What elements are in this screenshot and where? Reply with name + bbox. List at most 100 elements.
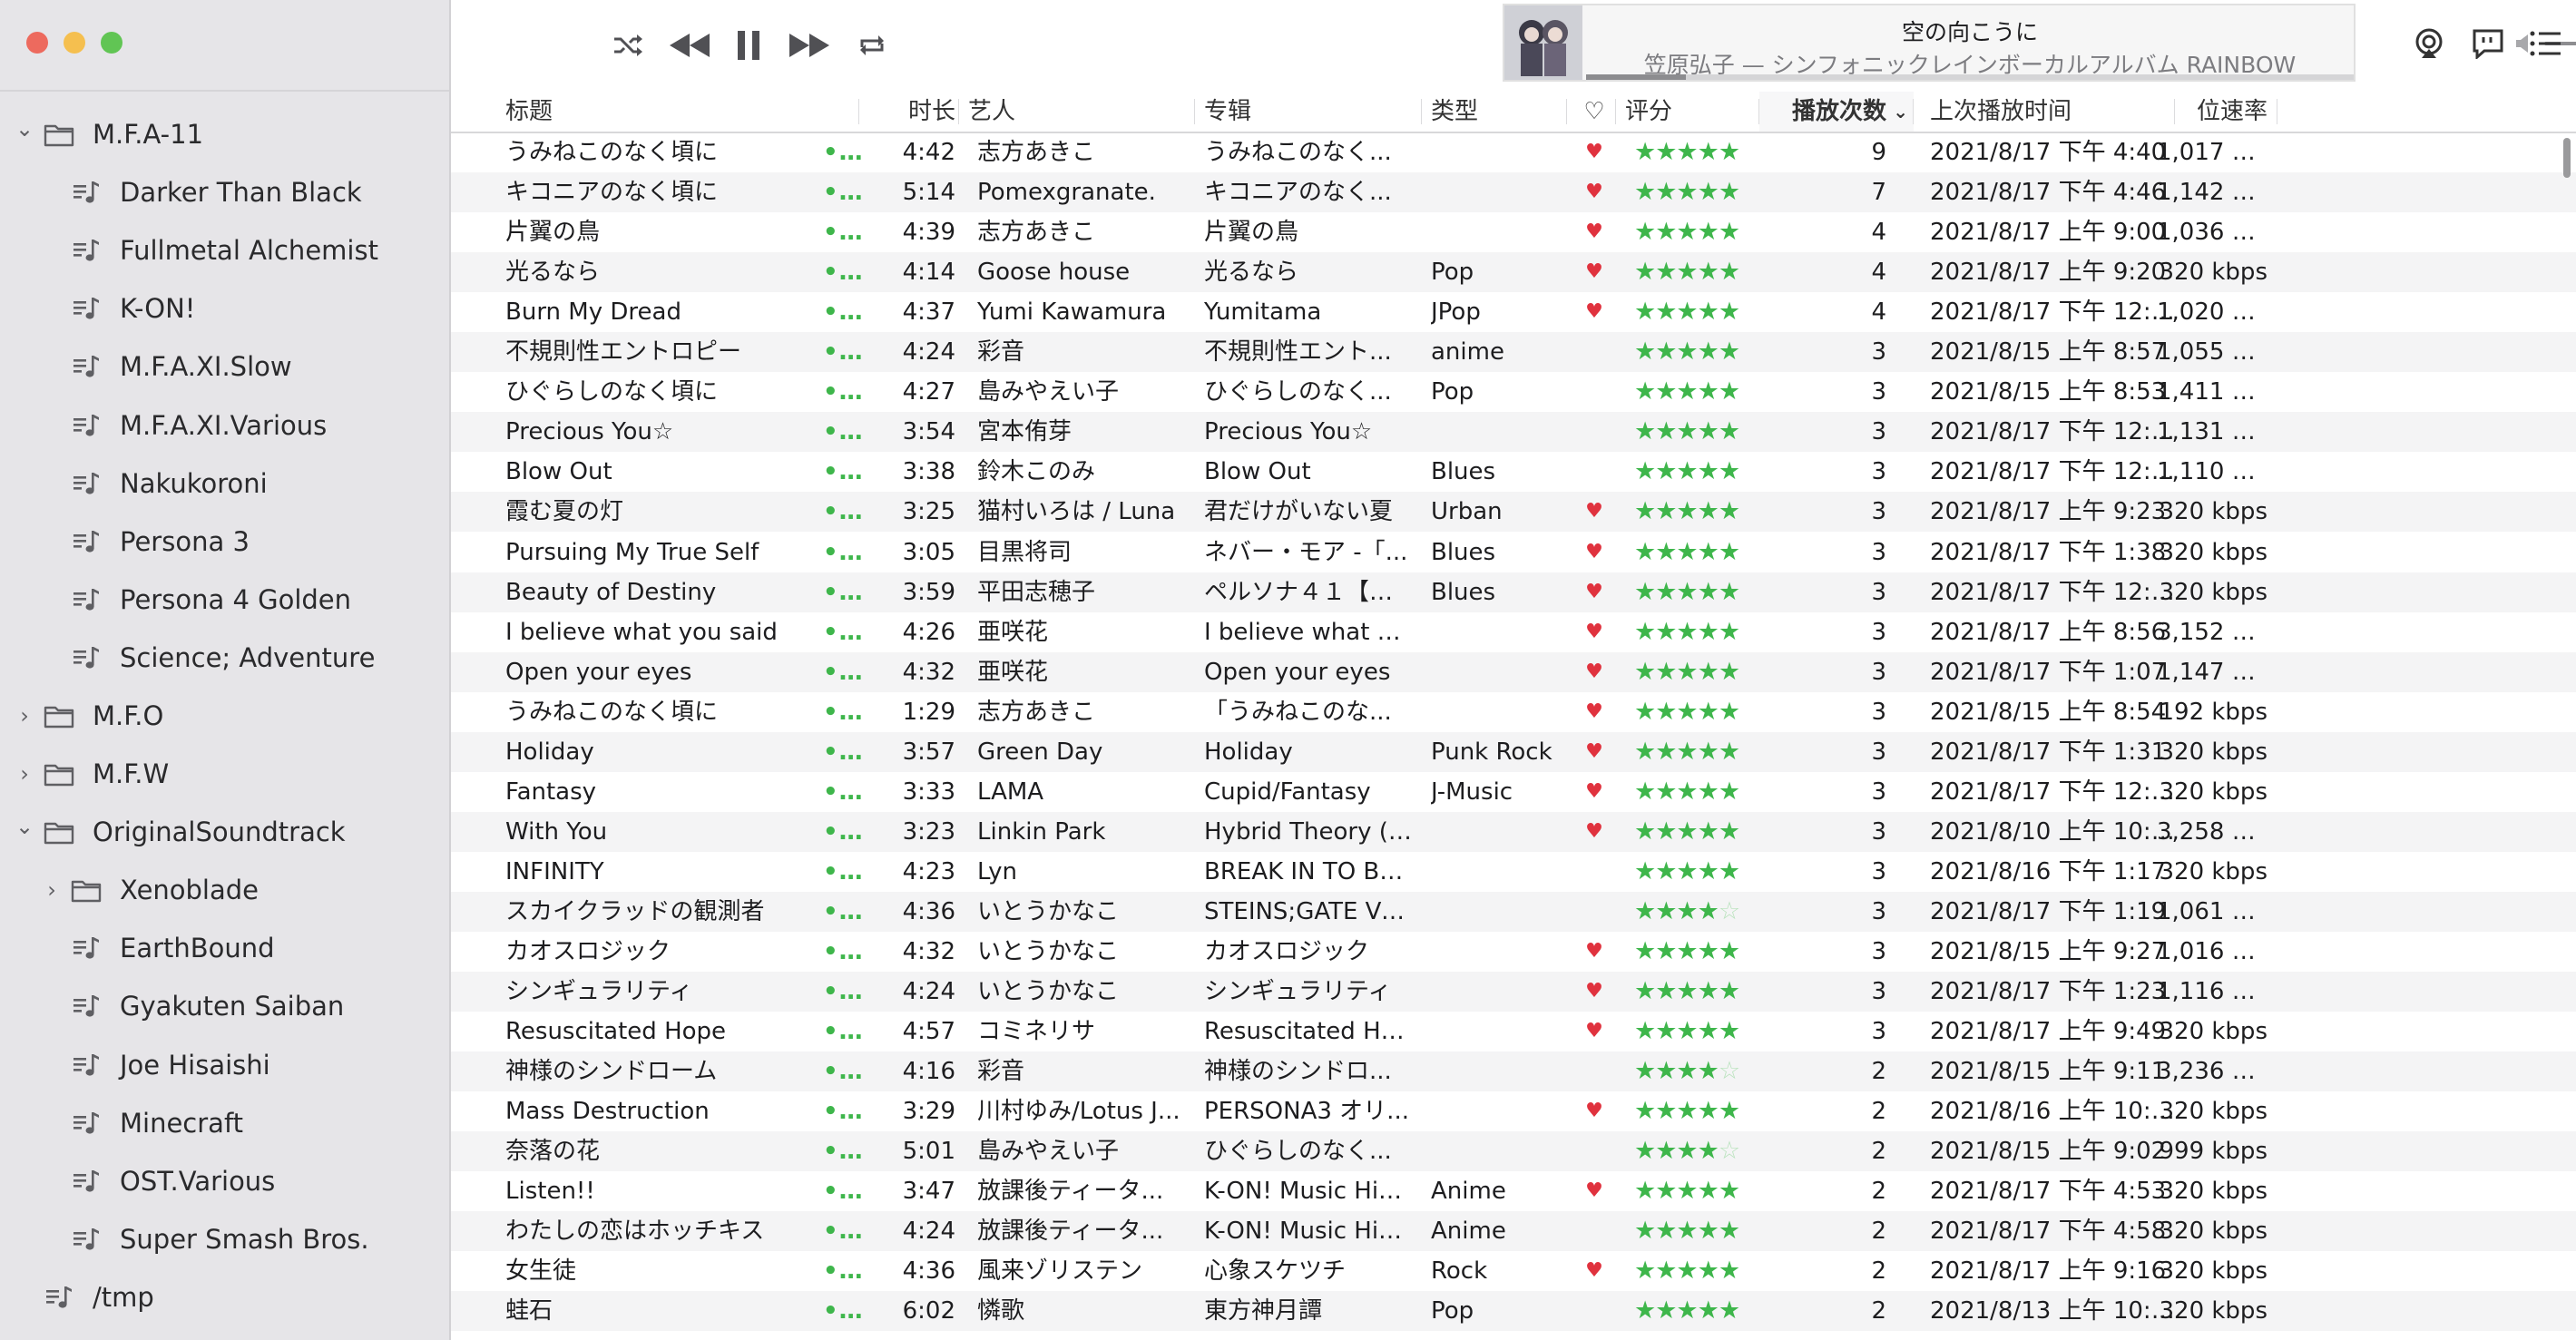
more-options-icon[interactable]: •••	[823, 1291, 868, 1331]
table-row[interactable]: 片翼の鳥 ••• 4:39 志方あきこ 片翼の鳥 ♥ ★★★★★ 4 2021/8/17 上午 …	[451, 212, 2576, 252]
sidebar-folder[interactable]: › M.F.O	[0, 687, 449, 745]
heart-icon[interactable]: ♥	[1572, 932, 1616, 972]
star-rating[interactable]: ★★★★★	[1625, 132, 1759, 172]
star-rating[interactable]: ★★★★★	[1625, 452, 1759, 492]
more-options-icon[interactable]: •••	[823, 972, 868, 1012]
star-rating[interactable]: ★★★★★	[1625, 1251, 1759, 1291]
star-rating[interactable]: ★★★★☆	[1625, 892, 1759, 932]
more-options-icon[interactable]: •••	[823, 1091, 868, 1131]
heart-icon[interactable]: ♥	[1572, 1012, 1616, 1051]
star-rating[interactable]: ★★★★★	[1625, 692, 1759, 732]
heart-icon[interactable]: ♥	[1572, 212, 1616, 252]
chevron-right-icon[interactable]: ›	[11, 703, 38, 729]
star-rating[interactable]: ★★★★★	[1625, 252, 1759, 292]
star-rating[interactable]: ★★★★★	[1625, 972, 1759, 1012]
sidebar-playlist[interactable]: Persona 4 Golden	[0, 571, 449, 629]
table-row[interactable]: With You ••• 3:23 Linkin Park Hybrid Theory …	[451, 811, 2576, 852]
heart-empty-slot[interactable]	[1572, 1291, 1616, 1331]
previous-button[interactable]	[667, 25, 712, 65]
table-row[interactable]: Burn My Dread ••• 4:37 Yumi Kawamura Yumitam…	[451, 292, 2576, 332]
table-row[interactable]: Holiday ••• 3:57 Green Day Holiday Punk Rock ♥…	[451, 731, 2576, 772]
sidebar-playlist[interactable]: Nakukoroni	[0, 455, 449, 513]
star-rating[interactable]: ★★★★★	[1625, 1012, 1759, 1051]
sidebar-playlist[interactable]: Science; Adventure	[0, 629, 449, 687]
table-row[interactable]: 女生徒 ••• 4:36 風来ゾリステン 心象スケツチ Rock ♥ ★★★★★ 2 2021/8…	[451, 1251, 2576, 1291]
table-row[interactable]: 奈落の花 ••• 5:01 島みやえい子 ひぐらしのなく... ★★★★☆ 2 2021/8/…	[451, 1131, 2576, 1172]
star-rating[interactable]: ★★★★★	[1625, 372, 1759, 412]
heart-empty-slot[interactable]	[1572, 412, 1616, 452]
table-row[interactable]: キコニアのなく頃に ••• 5:14 Pomexgranate. キコニアのなく... ♥…	[451, 172, 2576, 213]
table-row[interactable]: カオスロジック ••• 4:32 いとうかなこ カオスロジック ♥ ★★★★★ 3 2021/8…	[451, 932, 2576, 972]
table-row[interactable]: Listen!! ••• 3:47 放課後ティータ... K-ON! Music His…	[451, 1171, 2576, 1211]
sidebar-playlist[interactable]: EarthBound	[0, 919, 449, 977]
table-row[interactable]: Open your eyes ••• 4:32 亜咲花 Open your eyes ♥ ★…	[451, 651, 2576, 692]
heart-icon[interactable]: ♥	[1572, 132, 1616, 172]
sidebar-playlist[interactable]: K-ON!	[0, 279, 449, 337]
heart-empty-slot[interactable]	[1572, 852, 1616, 892]
heart-icon[interactable]: ♥	[1572, 692, 1616, 732]
chevron-right-icon[interactable]: ›	[11, 761, 38, 787]
more-options-icon[interactable]: •••	[823, 452, 868, 492]
star-rating[interactable]: ★★★★★	[1625, 572, 1759, 612]
star-rating[interactable]: ★★★★★	[1625, 172, 1759, 212]
chevron-down-icon[interactable]: ⌄	[11, 116, 38, 142]
table-row[interactable]: I believe what you said ••• 4:26 亜咲花 I belie…	[451, 612, 2576, 652]
column-header-rating[interactable]: 评分	[1625, 92, 1759, 132]
column-header-title[interactable]: 标题	[505, 92, 859, 132]
heart-empty-slot[interactable]	[1572, 1051, 1616, 1091]
table-row[interactable]: スカイクラッドの観測者 ••• 4:36 いとうかなこ STEINS;GATE VO..…	[451, 891, 2576, 932]
more-options-icon[interactable]: •••	[823, 252, 868, 292]
heart-icon[interactable]: ♥	[1572, 812, 1616, 852]
more-options-icon[interactable]: •••	[823, 1171, 868, 1211]
sidebar-playlist[interactable]: M.F.A.XI.Various	[0, 396, 449, 454]
more-options-icon[interactable]: •••	[823, 1051, 868, 1091]
sidebar-playlist[interactable]: Minecraft	[0, 1094, 449, 1152]
table-row[interactable]: Fantasy ••• 3:33 LAMA Cupid/Fantasy J-Music ♥ ★…	[451, 772, 2576, 812]
table-row[interactable]: Precious You☆ ••• 3:54 宮本侑芽 Precious You☆ ★★★…	[451, 412, 2576, 453]
table-row[interactable]: 不規則性エントロピー ••• 4:24 彩音 不規則性エント... anime ★★★★★ 3…	[451, 332, 2576, 373]
heart-empty-slot[interactable]	[1572, 1131, 1616, 1171]
sidebar-playlist[interactable]: Fullmetal Alchemist	[0, 221, 449, 279]
heart-icon[interactable]: ♥	[1572, 612, 1616, 652]
sidebar-playlist[interactable]: Persona 3	[0, 513, 449, 571]
heart-icon[interactable]: ♥	[1572, 292, 1616, 332]
heart-icon[interactable]: ♥	[1572, 172, 1616, 212]
sidebar-playlist[interactable]: /tmp	[0, 1268, 449, 1326]
column-header-genre[interactable]: 类型	[1431, 92, 1567, 132]
table-row[interactable]: 蛙石 ••• 6:02 憐歌 東方神月譚 Pop ★★★★★ 2 2021/8/13 上午 10…	[451, 1291, 2576, 1332]
heart-empty-slot[interactable]	[1572, 332, 1616, 372]
heart-empty-slot[interactable]	[1572, 1211, 1616, 1251]
table-row[interactable]: Beauty of Destiny ••• 3:59 平田志穂子 ペルソナ４１【完...…	[451, 572, 2576, 612]
table-row[interactable]: うみねこのなく頃に ••• 4:42 志方あきこ うみねこのなく... ♥ ★★★★★ 9 20…	[451, 132, 2576, 172]
sidebar-playlist[interactable]: Super Smash Bros.	[0, 1210, 449, 1268]
next-button[interactable]	[787, 25, 832, 65]
zoom-window-button[interactable]	[101, 32, 122, 54]
more-options-icon[interactable]: •••	[823, 172, 868, 212]
star-rating[interactable]: ★★★★★	[1625, 412, 1759, 452]
star-rating[interactable]: ★★★★★	[1625, 1291, 1759, 1331]
heart-icon[interactable]: ♥	[1572, 1091, 1616, 1131]
chevron-down-icon[interactable]: ⌄	[11, 814, 38, 839]
heart-icon[interactable]: ♥	[1572, 772, 1616, 812]
close-window-button[interactable]	[26, 32, 48, 54]
sidebar-playlist[interactable]: OST.Various	[0, 1152, 449, 1210]
heart-icon[interactable]: ♥	[1572, 572, 1616, 612]
star-rating[interactable]: ★★★★★	[1625, 1091, 1759, 1131]
more-options-icon[interactable]: •••	[823, 292, 868, 332]
star-rating[interactable]: ★★★★★	[1625, 332, 1759, 372]
column-header-plays[interactable]: 播放次数 ⌄	[1759, 92, 1914, 132]
heart-icon[interactable]: ♥	[1572, 652, 1616, 692]
star-rating[interactable]: ★★★★★	[1625, 852, 1759, 892]
sidebar-playlist[interactable]: Darker Than Black	[0, 163, 449, 221]
star-rating[interactable]: ★★★★★	[1625, 732, 1759, 772]
more-options-icon[interactable]: •••	[823, 612, 868, 652]
table-row[interactable]: INFINITY ••• 4:23 Lyn BREAK IN TO BR... ★★★★★…	[451, 852, 2576, 892]
more-options-icon[interactable]: •••	[823, 332, 868, 372]
column-header-artist[interactable]: 艺人	[968, 92, 1195, 132]
sidebar-playlist[interactable]: Gyakuten Saiban	[0, 977, 449, 1035]
star-rating[interactable]: ★★★★★	[1625, 292, 1759, 332]
more-options-icon[interactable]: •••	[823, 812, 868, 852]
heart-icon[interactable]: ♥	[1572, 492, 1616, 532]
more-options-icon[interactable]: •••	[823, 1012, 868, 1051]
more-options-icon[interactable]: •••	[823, 1131, 868, 1171]
